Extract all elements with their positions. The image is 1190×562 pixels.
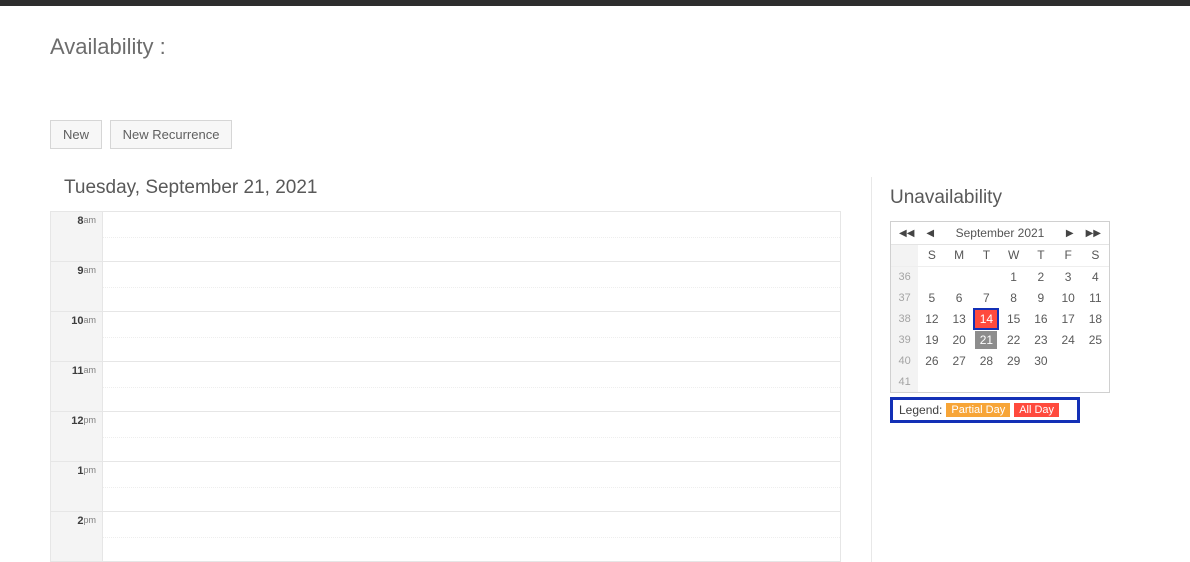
time-slot[interactable] — [103, 362, 841, 412]
time-row: 12pm — [51, 412, 841, 462]
schedule-panel: Tuesday, September 21, 2021 8am9am10am11… — [50, 177, 871, 562]
calendar-day[interactable]: 26 — [918, 350, 945, 371]
dow-header: S — [918, 245, 945, 266]
calendar-day — [973, 371, 1000, 392]
calendar-day[interactable]: 22 — [1000, 329, 1027, 350]
week-number: 39 — [891, 329, 918, 350]
calendar-day[interactable]: 10 — [1055, 287, 1082, 308]
calendar-day[interactable]: 21 — [973, 329, 1000, 350]
sidebar-title: Unavailability — [890, 187, 1140, 209]
calendar-day[interactable]: 27 — [946, 350, 973, 371]
calendar-day[interactable]: 2 — [1027, 266, 1054, 287]
calendar-day[interactable]: 13 — [946, 308, 973, 329]
dow-header: W — [1000, 245, 1027, 266]
calendar-day[interactable]: 15 — [1000, 308, 1027, 329]
calendar-day[interactable]: 5 — [918, 287, 945, 308]
time-slot[interactable] — [103, 412, 841, 462]
time-row: 1pm — [51, 462, 841, 512]
prev-year-icon[interactable]: ◀◀ — [897, 228, 916, 239]
time-row: 11am — [51, 362, 841, 412]
vertical-divider — [871, 177, 872, 562]
legend-label: Legend: — [899, 403, 942, 417]
calendar-day[interactable]: 12 — [918, 308, 945, 329]
new-recurrence-button[interactable]: New Recurrence — [110, 120, 233, 149]
calendar-day[interactable]: 8 — [1000, 287, 1027, 308]
calendar-day — [918, 371, 945, 392]
time-row: 8am — [51, 212, 841, 262]
time-row: 2pm — [51, 512, 841, 562]
time-label: 10am — [51, 312, 103, 362]
calendar-day[interactable]: 1 — [1000, 266, 1027, 287]
calendar-day[interactable]: 7 — [973, 287, 1000, 308]
sidebar-panel: Unavailability ◀◀ ◀ September 2021 ▶ ▶▶ … — [890, 177, 1140, 562]
calendar-day — [1055, 371, 1082, 392]
time-label: 1pm — [51, 462, 103, 512]
time-row: 10am — [51, 312, 841, 362]
calendar-day — [1082, 350, 1109, 371]
time-slot[interactable] — [103, 312, 841, 362]
time-label: 8am — [51, 212, 103, 262]
legend: Legend: Partial Day All Day — [890, 397, 1080, 423]
calendar-day[interactable]: 20 — [946, 329, 973, 350]
calendar-day[interactable]: 19 — [918, 329, 945, 350]
calendar-day — [1000, 371, 1027, 392]
calendar-day[interactable]: 4 — [1082, 266, 1109, 287]
calendar-day[interactable]: 29 — [1000, 350, 1027, 371]
week-number: 41 — [891, 371, 918, 392]
calendar-day[interactable]: 25 — [1082, 329, 1109, 350]
next-year-icon[interactable]: ▶▶ — [1084, 228, 1103, 239]
week-number: 40 — [891, 350, 918, 371]
calendar-day[interactable]: 3 — [1055, 266, 1082, 287]
time-row: 9am — [51, 262, 841, 312]
calendar-day[interactable]: 6 — [946, 287, 973, 308]
new-button[interactable]: New — [50, 120, 102, 149]
legend-partial-day: Partial Day — [946, 403, 1010, 417]
calendar-day[interactable]: 16 — [1027, 308, 1054, 329]
calendar-day[interactable]: 11 — [1082, 287, 1109, 308]
time-grid: 8am9am10am11am12pm1pm2pm — [50, 211, 841, 562]
calendar-day — [1055, 350, 1082, 371]
prev-month-icon[interactable]: ◀ — [924, 228, 936, 239]
calendar-day — [918, 266, 945, 287]
mini-calendar-grid: SMTWTFS361234375678910113812131415161718… — [891, 245, 1109, 392]
week-number: 36 — [891, 266, 918, 287]
calendar-day[interactable]: 30 — [1027, 350, 1054, 371]
mini-calendar: ◀◀ ◀ September 2021 ▶ ▶▶ SMTWTFS36123437… — [890, 221, 1110, 393]
time-label: 12pm — [51, 412, 103, 462]
dow-header: S — [1082, 245, 1109, 266]
time-label: 9am — [51, 262, 103, 312]
dow-header: M — [946, 245, 973, 266]
calendar-day — [973, 266, 1000, 287]
time-label: 11am — [51, 362, 103, 412]
dow-header: T — [973, 245, 1000, 266]
toolbar: New New Recurrence — [50, 120, 1140, 149]
calendar-day — [1082, 371, 1109, 392]
calendar-day — [946, 371, 973, 392]
time-label: 2pm — [51, 512, 103, 562]
calendar-day — [946, 266, 973, 287]
time-slot[interactable] — [103, 262, 841, 312]
calendar-day[interactable]: 14 — [973, 308, 1000, 329]
week-number: 38 — [891, 308, 918, 329]
calendar-day[interactable]: 24 — [1055, 329, 1082, 350]
week-number-header — [891, 245, 918, 266]
mini-calendar-title: September 2021 — [944, 226, 1056, 240]
calendar-day[interactable]: 17 — [1055, 308, 1082, 329]
calendar-day[interactable]: 23 — [1027, 329, 1054, 350]
dow-header: T — [1027, 245, 1054, 266]
calendar-day[interactable]: 18 — [1082, 308, 1109, 329]
legend-all-day: All Day — [1014, 403, 1059, 417]
week-number: 37 — [891, 287, 918, 308]
time-slot[interactable] — [103, 512, 841, 562]
dow-header: F — [1055, 245, 1082, 266]
calendar-day[interactable]: 28 — [973, 350, 1000, 371]
calendar-day — [1027, 371, 1054, 392]
time-slot[interactable] — [103, 462, 841, 512]
calendar-day[interactable]: 9 — [1027, 287, 1054, 308]
time-slot[interactable] — [103, 212, 841, 262]
page-title: Availability : — [50, 34, 1140, 60]
next-month-icon[interactable]: ▶ — [1064, 228, 1076, 239]
schedule-date-title: Tuesday, September 21, 2021 — [64, 177, 841, 199]
